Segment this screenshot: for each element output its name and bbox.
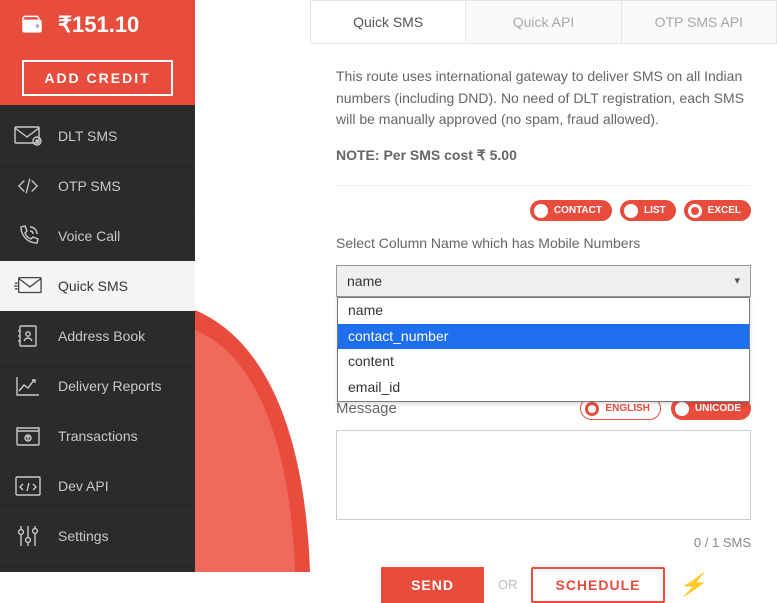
wallet-balance: ₹151.10 [0, 0, 195, 50]
column-dropdown: name contact_number content email_id [337, 297, 750, 402]
divider [336, 185, 751, 186]
sidebar-item-address-book[interactable]: Address Book [0, 311, 195, 361]
radio-dot-selected-icon [585, 402, 599, 416]
phone-icon [14, 224, 42, 248]
pill-label: CONTACT [554, 203, 602, 219]
pill-label: EXCEL [708, 203, 741, 219]
dropdown-option-email-id[interactable]: email_id [338, 375, 749, 401]
sidebar-item-otp-sms[interactable]: OTP SMS [0, 161, 195, 211]
source-excel-pill[interactable]: EXCEL [684, 200, 751, 222]
sidebar-nav: DLT SMS OTP SMS Voice Call Quick SMS Add… [0, 105, 195, 561]
action-row: SEND OR SCHEDULE ⚡ [336, 567, 751, 603]
schedule-button[interactable]: SCHEDULE [531, 567, 664, 603]
decorative-waves [195, 310, 315, 572]
sidebar-item-label: DLT SMS [58, 128, 117, 144]
code-icon [14, 174, 42, 198]
envelope-plus-icon [14, 124, 42, 148]
source-pill-row: CONTACT LIST EXCEL [336, 200, 751, 222]
settings-icon [14, 524, 42, 548]
sidebar-item-label: Dev API [58, 478, 109, 494]
add-credit-block: ADD CREDIT [0, 50, 195, 105]
send-button[interactable]: SEND [381, 567, 484, 603]
column-selected-value: name [347, 273, 382, 289]
sidebar-item-delivery-reports[interactable]: Delivery Reports [0, 361, 195, 411]
panel: This route uses international gateway to… [310, 44, 777, 603]
sidebar-item-quick-sms[interactable]: Quick SMS [0, 261, 195, 311]
radio-dot-icon [624, 204, 638, 218]
radio-dot-selected-icon [688, 204, 702, 218]
tab-otp-sms-api[interactable]: OTP SMS API [622, 0, 777, 43]
radio-dot-icon [675, 402, 689, 416]
column-select-label: Select Column Name which has Mobile Numb… [336, 233, 751, 255]
address-book-icon [14, 324, 42, 348]
cost-note: NOTE: Per SMS cost ₹ 5.00 [336, 145, 751, 167]
pill-label: LIST [644, 203, 666, 219]
sidebar-item-settings[interactable]: Settings [0, 511, 195, 561]
sidebar-item-transactions[interactable]: Transactions [0, 411, 195, 461]
transactions-icon [14, 424, 42, 448]
radio-dot-icon [534, 204, 548, 218]
sidebar-item-label: Delivery Reports [58, 378, 161, 394]
dropdown-option-content[interactable]: content [338, 349, 749, 375]
sidebar-item-label: Quick SMS [58, 278, 128, 294]
source-list-pill[interactable]: LIST [620, 200, 676, 222]
sidebar-item-label: Settings [58, 528, 109, 544]
sidebar-item-label: OTP SMS [58, 178, 121, 194]
main-content: Quick SMS Quick API OTP SMS API This rou… [310, 0, 777, 572]
sidebar-item-dev-api[interactable]: Dev API [0, 461, 195, 511]
sidebar: ₹151.10 ADD CREDIT DLT SMS OTP SMS Voice… [0, 0, 195, 572]
pill-label: UNICODE [695, 401, 741, 417]
dropdown-option-contact-number[interactable]: contact_number [338, 324, 749, 350]
message-textarea[interactable] [336, 430, 751, 520]
wallet-amount: ₹151.10 [58, 12, 139, 38]
route-description: This route uses international gateway to… [336, 66, 751, 131]
bolt-icon[interactable]: ⚡ [679, 568, 706, 602]
tab-bar: Quick SMS Quick API OTP SMS API [310, 0, 777, 44]
sidebar-item-label: Voice Call [58, 228, 120, 244]
sidebar-item-label: Address Book [58, 328, 145, 344]
chevron-down-icon: ▾ [734, 274, 740, 287]
sms-counter: 0 / 1 SMS [336, 533, 751, 553]
tab-quick-api[interactable]: Quick API [466, 0, 621, 43]
or-label: OR [498, 575, 518, 595]
pill-label: ENGLISH [605, 401, 649, 417]
chart-icon [14, 374, 42, 398]
add-credit-button[interactable]: ADD CREDIT [22, 60, 172, 96]
api-icon [14, 474, 42, 498]
wallet-icon [18, 13, 46, 37]
tab-quick-sms[interactable]: Quick SMS [310, 0, 466, 43]
sidebar-item-label: Transactions [58, 428, 138, 444]
dropdown-option-name[interactable]: name [338, 298, 749, 324]
sidebar-item-dlt-sms[interactable]: DLT SMS [0, 111, 195, 161]
source-contact-pill[interactable]: CONTACT [530, 200, 612, 222]
column-select-button[interactable]: name ▾ [336, 265, 751, 297]
sidebar-item-voice-call[interactable]: Voice Call [0, 211, 195, 261]
envelope-send-icon [14, 274, 42, 298]
column-select: name ▾ name contact_number content email… [336, 265, 751, 297]
